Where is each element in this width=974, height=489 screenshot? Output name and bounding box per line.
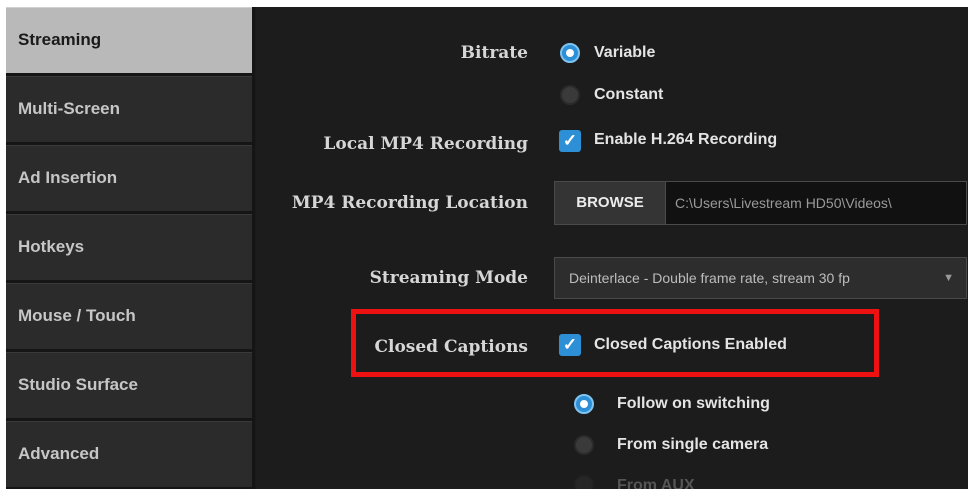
sidebar-item-streaming[interactable]: Streaming [6,7,252,73]
sidebar-item-multi-screen[interactable]: Multi-Screen [6,76,252,142]
follow-switching-radio[interactable] [574,394,594,414]
from-aux-label: From AUX [617,477,695,489]
bitrate-variable-label: Variable [594,44,656,61]
streaming-mode-label: Streaming Mode [369,268,528,288]
single-camera-radio[interactable] [574,435,594,455]
chevron-down-icon: ▼ [943,272,954,284]
streaming-settings-panel: Bitrate Variable Constant Local MP4 Reco… [256,7,968,489]
sidebar-item-mouse-touch[interactable]: Mouse / Touch [6,283,252,349]
sidebar-item-label: Ad Insertion [18,168,118,187]
from-aux-radio[interactable] [574,475,594,489]
local-mp4-label: Local MP4 Recording [323,134,528,154]
bitrate-label: Bitrate [460,43,528,63]
streaming-mode-select[interactable]: Deinterlace - Double frame rate, stream … [554,257,967,299]
browse-button[interactable]: BROWSE [555,182,666,224]
sidebar-item-hotkeys[interactable]: Hotkeys [6,214,252,280]
bitrate-constant-label: Constant [594,86,664,103]
sidebar-item-label: Multi-Screen [18,99,121,118]
sidebar-item-label: Studio Surface [18,375,138,394]
sidebar-item-studio-surface[interactable]: Studio Surface [6,352,252,418]
bitrate-constant-radio[interactable] [560,85,580,105]
settings-sidebar: Streaming Multi-Screen Ad Insertion Hotk… [6,7,255,489]
sidebar-item-label: Advanced [18,444,100,463]
checkmark-icon: ✓ [562,131,578,150]
sidebar-item-label: Mouse / Touch [18,306,136,325]
mp4-location-field: BROWSE C:\Users\Livestream HD50\Videos\ [554,181,967,225]
enable-h264-label: Enable H.264 Recording [594,131,778,148]
mp4-location-label: MP4 Recording Location [291,193,528,213]
settings-window: Streaming Multi-Screen Ad Insertion Hotk… [6,7,968,489]
bitrate-variable-radio[interactable] [560,43,580,63]
sidebar-item-advanced[interactable]: Advanced [6,421,252,487]
sidebar-item-ad-insertion[interactable]: Ad Insertion [6,145,252,211]
closed-captions-highlight [351,309,879,377]
sidebar-item-label: Streaming [18,30,102,49]
streaming-mode-value: Deinterlace - Double frame rate, stream … [569,270,850,286]
enable-h264-checkbox[interactable]: ✓ [559,130,581,152]
follow-switching-label: Follow on switching [617,395,770,412]
single-camera-label: From single camera [617,436,769,453]
sidebar-item-label: Hotkeys [18,237,85,256]
mp4-location-path[interactable]: C:\Users\Livestream HD50\Videos\ [675,182,965,224]
